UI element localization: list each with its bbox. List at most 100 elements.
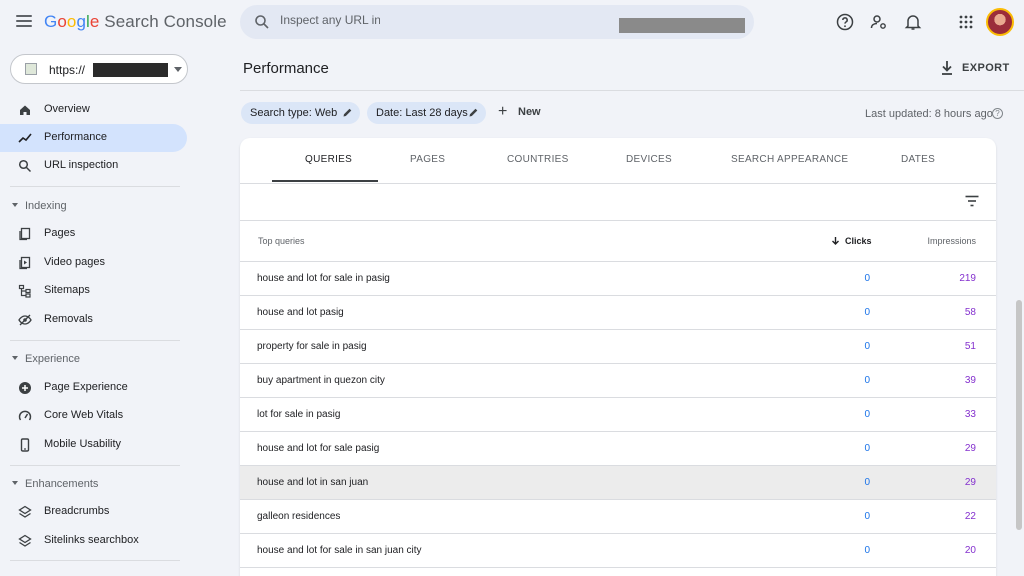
sidebar-item-label: Video pages (44, 256, 105, 268)
tab-devices[interactable]: DEVICES (626, 154, 672, 165)
table-row[interactable]: house and lot for sale in san juan city 0… (240, 533, 996, 567)
impressions-cell: 33 (964, 409, 976, 420)
main-menu-icon[interactable] (14, 12, 34, 32)
query-cell: house and lot for sale in pasig (257, 273, 390, 284)
table-row[interactable]: house and lot in san juan 0 29 (240, 465, 996, 499)
table-row[interactable]: house and lot pasig 0 58 (240, 295, 996, 329)
caret-down-icon (174, 67, 182, 72)
sidebar-item-sitemaps[interactable]: Sitemaps (0, 277, 187, 305)
table-row[interactable]: buy apartment in quezon city 0 39 (240, 363, 996, 397)
clicks-cell: 0 (864, 443, 870, 454)
collapse-triangle-icon (12, 203, 18, 208)
notifications-icon[interactable] (903, 12, 923, 32)
chip-label: Search type: Web (250, 107, 338, 119)
sidebar-item-label: URL inspection (44, 159, 119, 171)
tab-search-appearance[interactable]: SEARCH APPEARANCE (731, 154, 848, 165)
video-pages-icon (19, 256, 31, 270)
redacted-domain (619, 18, 745, 33)
last-updated-text: Last updated: 8 hours ago (865, 108, 993, 120)
sidebar-item-overview[interactable]: Overview (0, 96, 187, 124)
tab-queries[interactable]: QUERIES (305, 154, 352, 165)
logo-letter: o (57, 12, 67, 31)
sidebar-divider (10, 340, 180, 341)
filter-rows-icon[interactable] (964, 194, 980, 208)
logo-letter: e (89, 12, 100, 31)
layers-icon (18, 505, 32, 518)
help-icon[interactable] (835, 12, 855, 32)
impressions-cell: 22 (964, 511, 976, 522)
chip-label: Date: Last 28 days (376, 107, 468, 119)
tab-countries[interactable]: COUNTRIES (507, 154, 569, 165)
sidebar-item-pages[interactable]: Pages (0, 220, 187, 248)
clicks-cell: 0 (864, 307, 870, 318)
tab-pages[interactable]: PAGES (410, 154, 445, 165)
sitemap-icon (18, 284, 31, 298)
account-avatar[interactable] (986, 8, 1014, 36)
tabs-divider (240, 183, 996, 184)
section-enhancements[interactable]: Enhancements (12, 478, 98, 490)
section-indexing[interactable]: Indexing (12, 200, 67, 212)
edit-pencil-icon (343, 108, 352, 117)
sidebar-divider (10, 186, 180, 187)
query-cell: house and lot pasig (257, 307, 344, 318)
column-header-impressions[interactable]: Impressions (927, 236, 976, 246)
new-filter-label: New (518, 106, 541, 118)
user-settings-icon[interactable] (869, 12, 889, 32)
query-cell: buy apartment in quezon city (257, 375, 385, 386)
url-inspection-search[interactable] (240, 5, 754, 39)
plus-icon: + (498, 103, 508, 120)
sidebar-item-label: Pages (44, 227, 76, 239)
search-icon (18, 159, 32, 173)
last-updated-help-icon[interactable]: ? (992, 108, 1003, 119)
clicks-cell: 0 (864, 409, 870, 420)
gauge-icon (18, 410, 32, 421)
search-icon (255, 15, 269, 29)
query-cell: galleon residences (257, 511, 341, 522)
sidebar-item-removals[interactable]: Removals (0, 306, 187, 334)
impressions-cell: 51 (964, 341, 976, 352)
table-row[interactable]: property for sale in pasig 0 51 (240, 329, 996, 363)
table-row-divider (240, 567, 996, 576)
section-experience[interactable]: Experience (12, 353, 80, 365)
sidebar-item-label: Breadcrumbs (44, 505, 110, 517)
collapse-triangle-icon (12, 481, 18, 486)
table-row[interactable]: lot for sale in pasig 0 33 (240, 397, 996, 431)
query-cell: lot for sale in pasig (257, 409, 341, 420)
section-title: Indexing (25, 200, 67, 212)
query-cell: property for sale in pasig (257, 341, 367, 352)
impressions-cell: 29 (964, 443, 976, 454)
logo-letter: G (44, 12, 58, 31)
clicks-cell: 0 (864, 511, 870, 522)
app-logo[interactable]: Google Search Console (44, 12, 227, 32)
plus-circle-icon (19, 382, 31, 394)
column-header-queries: Top queries (258, 236, 305, 246)
edit-pencil-icon (469, 108, 478, 117)
filter-chip-search-type[interactable]: Search type: Web (241, 102, 360, 124)
sidebar-item-label: Mobile Usability (44, 438, 122, 450)
page-scrollbar[interactable] (1016, 300, 1022, 530)
property-selector[interactable]: https:// (10, 54, 188, 84)
sidebar-item-page-experience[interactable]: Page Experience (0, 374, 187, 402)
sidebar-item-sitelinks-searchbox[interactable]: Sitelinks searchbox (0, 527, 187, 555)
sidebar-item-video-pages[interactable]: Video pages (0, 249, 187, 277)
sidebar-item-core-web-vitals[interactable]: Core Web Vitals (0, 402, 187, 430)
download-icon (942, 61, 952, 75)
filter-chip-date[interactable]: Date: Last 28 days (367, 102, 486, 124)
sidebar-item-mobile-usability[interactable]: Mobile Usability (0, 431, 187, 459)
table-row[interactable]: house and lot for sale in pasig 0 219 (240, 261, 996, 295)
sidebar-item-performance[interactable]: Performance (0, 124, 187, 152)
apps-grid-icon[interactable] (956, 12, 976, 32)
search-input[interactable] (280, 13, 380, 27)
report-card: QUERIES PAGES COUNTRIES DEVICES SEARCH A… (240, 138, 996, 576)
section-title: Experience (25, 353, 81, 365)
table-row[interactable]: galleon residences 0 22 (240, 499, 996, 533)
header-divider (240, 90, 1024, 91)
sidebar-item-breadcrumbs[interactable]: Breadcrumbs (0, 498, 187, 526)
layers-icon (18, 534, 32, 547)
sidebar-item-url-inspection[interactable]: URL inspection (0, 152, 187, 180)
sidebar-divider (10, 560, 180, 561)
export-label: EXPORT (962, 62, 1010, 74)
clicks-cell: 0 (864, 545, 870, 556)
table-row[interactable]: house and lot for sale pasig 0 29 (240, 431, 996, 465)
tab-dates[interactable]: DATES (901, 154, 935, 165)
